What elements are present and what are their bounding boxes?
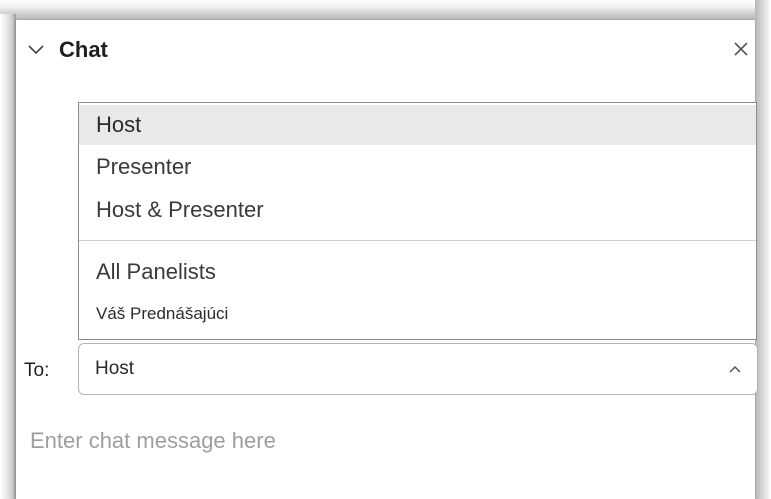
divider (79, 240, 756, 241)
recipient-select[interactable]: Host (78, 343, 758, 395)
chevron-up-icon (727, 362, 743, 376)
window-shadow-left (0, 14, 16, 499)
chat-panel: Chat Host Presenter Host & Presenter All… (16, 20, 758, 499)
window-shadow-right (755, 0, 771, 499)
screen: Chat Host Presenter Host & Presenter All… (0, 0, 771, 499)
option-host[interactable]: Host (79, 105, 756, 145)
recipient-selected-value: Host (95, 358, 135, 379)
option-all-panelists[interactable]: All Panelists (79, 252, 756, 292)
option-presenter[interactable]: Presenter (79, 147, 756, 187)
option-vas-prednasajuci[interactable]: Váš Prednášajúci (79, 297, 756, 331)
panel-title: Chat (59, 37, 108, 62)
window-shadow-top (0, 0, 771, 22)
close-icon[interactable] (732, 40, 750, 58)
option-host-and-presenter[interactable]: Host & Presenter (79, 190, 756, 230)
recipient-dropdown-list: Host Presenter Host & Presenter All Pane… (78, 102, 757, 340)
chat-message-input[interactable] (30, 418, 740, 464)
to-label: To: (24, 360, 50, 381)
chat-panel-header: Chat (16, 20, 755, 80)
chevron-down-icon[interactable] (26, 39, 46, 59)
